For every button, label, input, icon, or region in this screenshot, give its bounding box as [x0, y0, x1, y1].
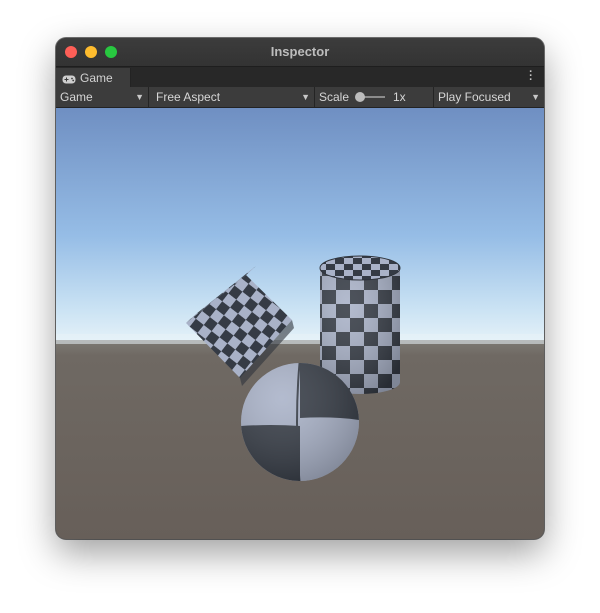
game-scene	[56, 108, 544, 539]
tab-bar: Game · · ·	[56, 67, 544, 87]
scale-label: Scale	[319, 90, 350, 104]
play-mode-dropdown[interactable]: Play Focused ▼	[434, 87, 544, 107]
scale-value: 1x	[393, 90, 406, 104]
gamepad-icon	[62, 73, 76, 87]
sky	[56, 108, 544, 341]
more-options-icon[interactable]: · · ·	[528, 67, 534, 86]
chevron-down-icon: ▼	[301, 92, 310, 102]
display-dropdown[interactable]: Game ▼	[56, 87, 148, 107]
display-dropdown-label: Game	[60, 90, 93, 104]
title-bar[interactable]: Inspector	[56, 38, 544, 67]
game-view-toolbar: Game ▼ Free Aspect ▼ Scale 1x Play Focus…	[56, 87, 544, 108]
play-mode-label: Play Focused	[438, 90, 511, 104]
aspect-dropdown-label: Free Aspect	[156, 90, 221, 104]
tab-game-label: Game	[80, 71, 113, 85]
scale-control: Scale 1x	[315, 87, 433, 107]
window-title: Inspector	[270, 44, 330, 59]
horizon-glow	[56, 334, 544, 344]
tab-game[interactable]: Game	[56, 68, 131, 87]
aspect-dropdown[interactable]: Free Aspect ▼	[152, 87, 314, 107]
game-view-viewport[interactable]	[56, 108, 544, 539]
chevron-down-icon: ▼	[531, 92, 540, 102]
inspector-window: Inspector Game ··· Game ▼ Free Aspect	[56, 38, 544, 539]
scale-slider-handle[interactable]	[355, 92, 365, 102]
chevron-down-icon: ▼	[135, 92, 144, 102]
toolbar-divider	[148, 87, 149, 107]
